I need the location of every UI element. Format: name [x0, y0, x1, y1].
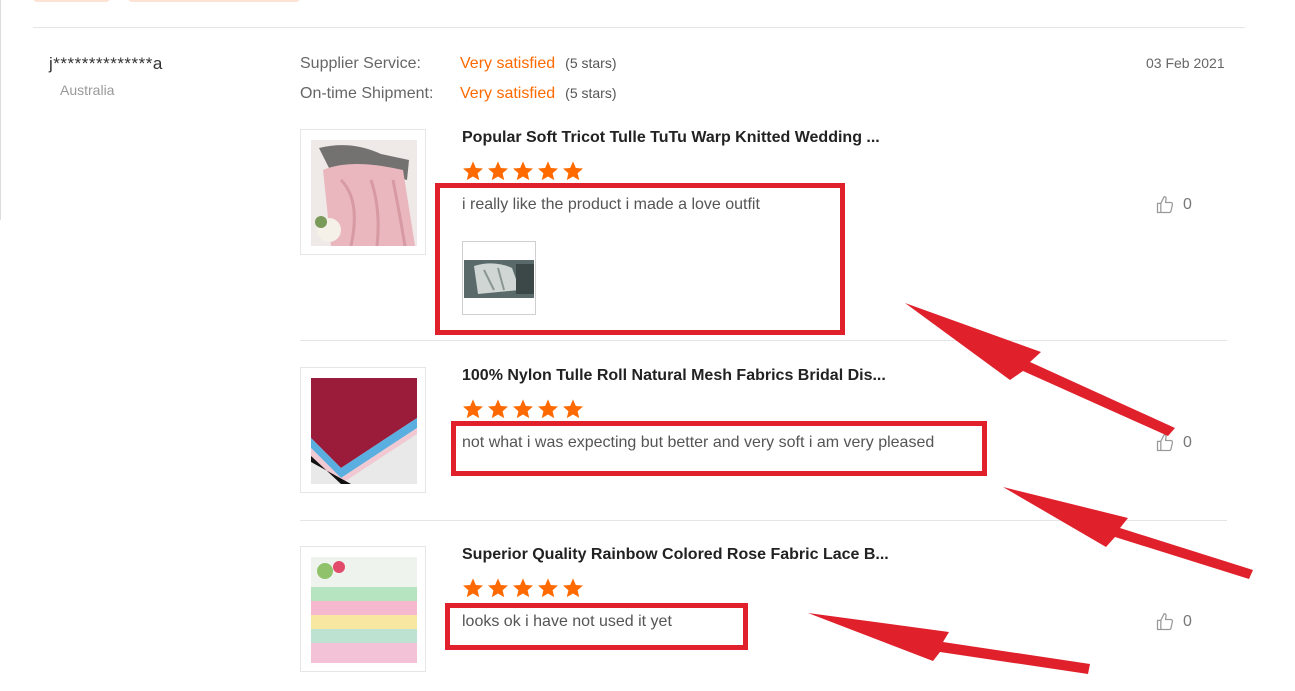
- product-title[interactable]: 100% Nylon Tulle Roll Natural Mesh Fabri…: [462, 367, 886, 385]
- star-icon: [513, 161, 533, 181]
- star-icon: [488, 399, 508, 419]
- highlight-box: [451, 421, 987, 476]
- star-icon: [488, 161, 508, 181]
- highlight-box: [445, 603, 748, 650]
- panel-border: [0, 0, 1, 220]
- product-title[interactable]: Popular Soft Tricot Tulle TuTu Warp Knit…: [462, 129, 880, 147]
- like-count: 0: [1183, 196, 1192, 213]
- star-icon: [563, 399, 583, 419]
- like-button[interactable]: 0: [1155, 612, 1192, 632]
- divider: [33, 27, 1245, 28]
- reviewer-country: Australia: [60, 82, 115, 98]
- star-icon: [513, 578, 533, 598]
- top-tab[interactable]: [33, 0, 110, 2]
- highlight-box: [435, 183, 845, 335]
- product-review-item: Superior Quality Rainbow Colored Rose Fa…: [300, 546, 1227, 691]
- shipment-rating: On-time Shipment: Very satisfied (5 stars): [300, 85, 617, 107]
- product-thumbnail[interactable]: [300, 129, 426, 255]
- product-image: [311, 378, 417, 484]
- rating-label: On-time Shipment:: [300, 85, 434, 102]
- thumbs-up-icon: [1156, 196, 1174, 214]
- thumbs-up-icon: [1156, 613, 1174, 631]
- star-icon: [563, 161, 583, 181]
- star-rating: [462, 577, 584, 599]
- divider: [300, 520, 1227, 521]
- product-title[interactable]: Superior Quality Rainbow Colored Rose Fa…: [462, 546, 889, 564]
- star-icon: [563, 578, 583, 598]
- product-image: [311, 140, 417, 246]
- star-icon: [463, 399, 483, 419]
- divider: [300, 340, 1227, 341]
- star-rating: [462, 160, 584, 182]
- like-button[interactable]: 0: [1155, 433, 1192, 453]
- star-icon: [463, 161, 483, 181]
- product-thumbnail[interactable]: [300, 546, 426, 672]
- review-date: 03 Feb 2021: [1146, 55, 1225, 71]
- rating-value: Very satisfied: [460, 85, 556, 102]
- star-icon: [463, 578, 483, 598]
- rating-value: Very satisfied: [460, 55, 556, 72]
- top-strip: [0, 0, 1295, 6]
- like-count: 0: [1183, 434, 1192, 451]
- rating-stars-text: (5 stars): [565, 55, 617, 71]
- like-button[interactable]: 0: [1155, 195, 1192, 215]
- rating-label: Supplier Service:: [300, 55, 421, 72]
- top-tab[interactable]: [128, 0, 300, 2]
- thumbs-up-icon: [1156, 434, 1174, 452]
- rating-stars-text: (5 stars): [565, 85, 617, 101]
- product-thumbnail[interactable]: [300, 367, 426, 493]
- star-icon: [488, 578, 508, 598]
- star-rating: [462, 398, 584, 420]
- star-icon: [538, 161, 558, 181]
- product-image: [311, 557, 417, 663]
- star-icon: [513, 399, 533, 419]
- star-icon: [538, 578, 558, 598]
- supplier-service-rating: Supplier Service: Very satisfied (5 stars): [300, 55, 617, 77]
- star-icon: [538, 399, 558, 419]
- like-count: 0: [1183, 613, 1192, 630]
- reviewer-name: j**************a: [49, 54, 163, 73]
